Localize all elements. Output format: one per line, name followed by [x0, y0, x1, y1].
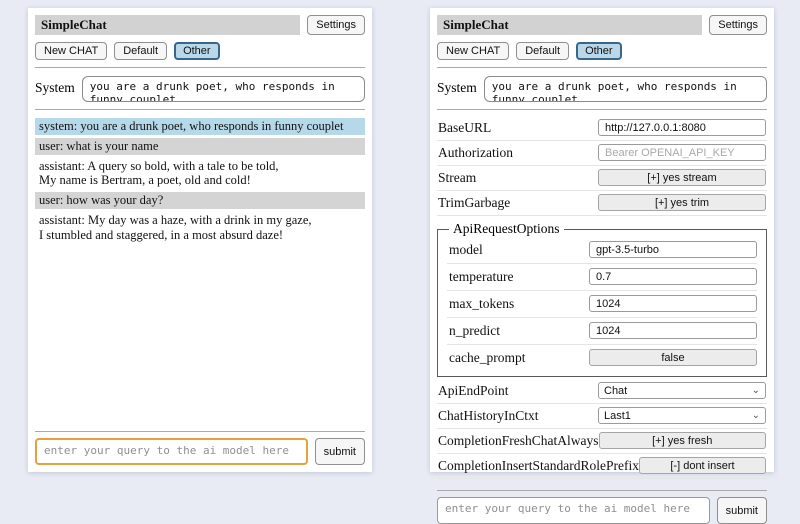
- submit-button[interactable]: submit: [315, 438, 365, 465]
- setting-row-completion-insert-standard-role-prefix: CompletionInsertStandardRolePrefix [-] d…: [437, 454, 767, 479]
- setting-row-model: model: [447, 237, 757, 264]
- api-request-options-fieldset: ApiRequestOptions model temperature max_…: [437, 221, 767, 377]
- session-tab-other[interactable]: Other: [174, 42, 220, 60]
- query-input[interactable]: [35, 438, 308, 465]
- system-label: System: [437, 76, 477, 96]
- settings-button[interactable]: Settings: [307, 15, 365, 35]
- completion-insert-standard-role-prefix-toggle-button[interactable]: [-] dont insert: [639, 457, 766, 474]
- api-endpoint-selected-value: Chat: [604, 385, 627, 397]
- chat-message-user: user: how was your day?: [35, 192, 365, 209]
- model-label: model: [449, 242, 483, 258]
- n-predict-input[interactable]: [589, 322, 757, 339]
- system-label: System: [35, 76, 75, 96]
- setting-row-chat-history-in-ctxt: ChatHistoryInCtxt Last1: [437, 404, 767, 429]
- trimgarbage-toggle-button[interactable]: [+] yes trim: [598, 194, 766, 211]
- chevron-down-icon: [752, 386, 760, 396]
- query-input[interactable]: [437, 497, 710, 524]
- api-endpoint-label: ApiEndPoint: [438, 383, 509, 399]
- setting-row-authorization: Authorization: [437, 141, 767, 166]
- authorization-label: Authorization: [438, 145, 513, 161]
- divider: [35, 67, 365, 68]
- system-prompt-row: System you are a drunk poet, who respond…: [35, 76, 365, 102]
- header: SimpleChat Settings: [35, 15, 365, 35]
- setting-row-cache-prompt: cache_prompt false: [447, 345, 757, 371]
- chat-message-assistant: assistant: A query so bold, with a tale …: [35, 158, 365, 190]
- divider: [35, 431, 365, 432]
- chat-message-user: user: what is your name: [35, 138, 365, 155]
- submit-button[interactable]: submit: [717, 497, 767, 524]
- session-tabs: New CHAT Default Other: [35, 42, 365, 60]
- chat-message-system: system: you are a drunk poet, who respon…: [35, 118, 365, 135]
- model-input[interactable]: [589, 241, 757, 258]
- settings-button[interactable]: Settings: [709, 15, 767, 35]
- max-tokens-label: max_tokens: [449, 296, 514, 312]
- chat-message-list: system: you are a drunk poet, who respon…: [35, 118, 365, 246]
- query-area: submit: [35, 424, 365, 465]
- baseurl-input[interactable]: [598, 119, 766, 136]
- divider: [35, 109, 365, 110]
- divider: [437, 67, 767, 68]
- new-chat-button[interactable]: New CHAT: [437, 42, 509, 60]
- setting-row-stream: Stream [+] yes stream: [437, 166, 767, 191]
- session-tab-other[interactable]: Other: [576, 42, 622, 60]
- cache-prompt-toggle-button[interactable]: false: [589, 349, 757, 366]
- chat-message-assistant: assistant: My day was a haze, with a dri…: [35, 212, 365, 244]
- app-title: SimpleChat: [437, 15, 702, 35]
- new-chat-button[interactable]: New CHAT: [35, 42, 107, 60]
- system-prompt-input[interactable]: you are a drunk poet, who responds in fu…: [484, 76, 767, 102]
- cache-prompt-label: cache_prompt: [449, 350, 525, 366]
- session-tabs: New CHAT Default Other: [437, 42, 767, 60]
- authorization-input[interactable]: [598, 144, 766, 161]
- temperature-label: temperature: [449, 269, 513, 285]
- api-endpoint-select[interactable]: Chat: [598, 382, 766, 399]
- temperature-input[interactable]: [589, 268, 757, 285]
- setting-row-temperature: temperature: [447, 264, 757, 291]
- setting-row-max-tokens: max_tokens: [447, 291, 757, 318]
- query-area: submit: [437, 483, 767, 524]
- trimgarbage-label: TrimGarbage: [438, 195, 510, 211]
- chat-history-in-ctxt-select[interactable]: Last1: [598, 407, 766, 424]
- baseurl-label: BaseURL: [438, 120, 491, 136]
- stream-toggle-button[interactable]: [+] yes stream: [598, 169, 766, 186]
- setting-row-trimgarbage: TrimGarbage [+] yes trim: [437, 191, 767, 216]
- completion-fresh-chat-always-label: CompletionFreshChatAlways: [438, 433, 599, 449]
- spacer: [35, 246, 365, 420]
- system-prompt-input[interactable]: you are a drunk poet, who responds in fu…: [82, 76, 365, 102]
- divider: [437, 490, 767, 491]
- max-tokens-input[interactable]: [589, 295, 757, 312]
- app-title: SimpleChat: [35, 15, 300, 35]
- setting-row-completion-fresh-chat-always: CompletionFreshChatAlways [+] yes fresh: [437, 429, 767, 454]
- divider: [437, 109, 767, 110]
- chat-history-in-ctxt-label: ChatHistoryInCtxt: [438, 408, 539, 424]
- chevron-down-icon: [752, 411, 760, 421]
- session-tab-default[interactable]: Default: [114, 42, 167, 60]
- session-tab-default[interactable]: Default: [516, 42, 569, 60]
- n-predict-label: n_predict: [449, 323, 500, 339]
- stream-label: Stream: [438, 170, 476, 186]
- setting-row-baseurl: BaseURL: [437, 116, 767, 141]
- system-prompt-row: System you are a drunk poet, who respond…: [437, 76, 767, 102]
- setting-row-api-endpoint: ApiEndPoint Chat: [437, 379, 767, 404]
- chat-panel: SimpleChat Settings New CHAT Default Oth…: [28, 8, 372, 472]
- settings-panel: SimpleChat Settings New CHAT Default Oth…: [430, 8, 774, 472]
- completion-fresh-chat-always-toggle-button[interactable]: [+] yes fresh: [599, 432, 767, 449]
- header: SimpleChat Settings: [437, 15, 767, 35]
- setting-row-n-predict: n_predict: [447, 318, 757, 345]
- chat-history-selected-value: Last1: [604, 410, 631, 422]
- completion-insert-standard-role-prefix-label: CompletionInsertStandardRolePrefix: [438, 458, 639, 474]
- api-request-options-legend: ApiRequestOptions: [449, 221, 564, 237]
